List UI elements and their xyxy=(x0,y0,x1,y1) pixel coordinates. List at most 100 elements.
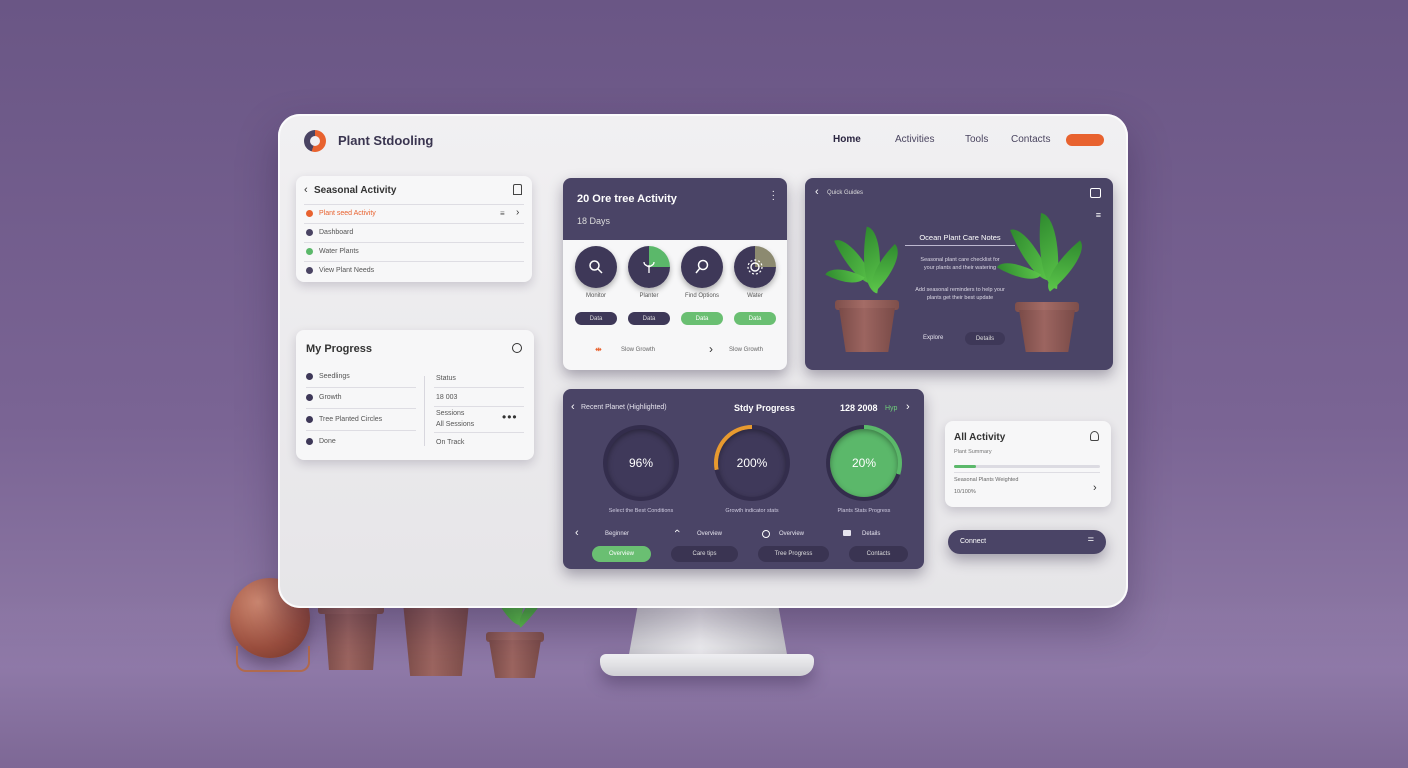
progress-value: Status xyxy=(436,375,456,382)
chevron-right-icon[interactable]: › xyxy=(1093,482,1097,494)
ring-value: 20% xyxy=(851,456,877,470)
data-button[interactable]: Data xyxy=(734,312,776,325)
gear-icon[interactable] xyxy=(734,246,776,288)
card-title: All Activity xyxy=(954,432,1006,443)
connect-label: Connect xyxy=(960,538,987,545)
menu-icon[interactable]: = xyxy=(1088,534,1094,546)
progress-ring: 96% xyxy=(603,425,679,501)
chevron-left-icon[interactable]: ‹ xyxy=(575,527,579,539)
data-button[interactable]: Data xyxy=(628,312,670,325)
icon-label: Find Options xyxy=(684,293,720,299)
card-icon[interactable] xyxy=(843,530,851,536)
list-item-label: Dashboard xyxy=(319,229,354,236)
guide-heading: Ocean Plant Care Notes xyxy=(919,233,1001,242)
status-dot xyxy=(306,229,313,236)
chevron-right-icon[interactable]: › xyxy=(709,342,713,356)
more-vertical-icon[interactable]: · · · xyxy=(772,187,775,205)
more-options-icon[interactable]: ••• xyxy=(502,410,518,424)
activity-card-header xyxy=(563,178,787,240)
list-item[interactable]: Dashboard xyxy=(306,229,353,236)
sprout-icon[interactable] xyxy=(628,246,670,288)
status-dot xyxy=(306,267,313,274)
plant-guide-card: ‹ Quick Guides ≡ Ocean Plant Care Notes … xyxy=(805,178,1113,370)
nav-cta-button[interactable] xyxy=(1066,134,1104,146)
chevron-right-icon[interactable]: › xyxy=(516,207,519,218)
monitor-screen: Plant Stdooling Home Activities Tools Co… xyxy=(278,114,1128,608)
footer-link[interactable]: Slow Growth xyxy=(621,347,655,353)
bookmark-icon[interactable] xyxy=(513,184,522,195)
study-progress-card: ‹ Recent Planet (Highlighted) Stdy Progr… xyxy=(563,389,924,569)
ring-value: 96% xyxy=(628,456,654,470)
status-dot xyxy=(306,210,313,217)
heading-underline xyxy=(905,245,1015,246)
nav-label[interactable]: Beginner xyxy=(605,531,629,537)
list-item[interactable]: Growth xyxy=(306,394,342,401)
back-chevron-icon[interactable]: ‹ xyxy=(815,186,819,198)
chevron-right-icon[interactable]: › xyxy=(906,401,910,413)
card-title: Stdy Progress xyxy=(734,403,796,413)
back-label[interactable]: Quick Guides xyxy=(827,190,863,196)
list-item[interactable]: Tree Planted Circles xyxy=(306,416,382,423)
nav-label[interactable]: Details xyxy=(862,531,880,537)
card-title: 20 Ore tree Activity xyxy=(577,193,677,205)
list-item[interactable]: Plant seed Activity xyxy=(306,210,376,217)
details-button[interactable]: Details xyxy=(965,332,1005,345)
footer-link[interactable]: Slow Growth xyxy=(729,347,763,353)
data-button[interactable]: Data xyxy=(575,312,617,325)
menu-icon[interactable]: ≡ xyxy=(500,209,505,218)
progress-ring: 200% xyxy=(714,425,790,501)
list-item-label: Water Plants xyxy=(319,248,359,255)
contacts-button[interactable]: Contacts xyxy=(849,546,908,562)
menu-icon[interactable]: ≡ xyxy=(1096,210,1101,220)
card-subtitle: Plant Summary xyxy=(954,449,992,455)
nav-home[interactable]: Home xyxy=(833,134,861,145)
progress-ring: 20% xyxy=(826,425,902,501)
progress-value: On Track xyxy=(436,439,465,446)
list-item[interactable]: Seedlings xyxy=(306,373,350,380)
explore-link[interactable]: Explore xyxy=(923,335,943,341)
search-icon[interactable] xyxy=(512,343,522,353)
icon-label: Planter xyxy=(639,293,659,299)
data-button[interactable]: Data xyxy=(681,312,723,325)
chat-icon[interactable] xyxy=(1090,188,1101,198)
monitor-base xyxy=(600,654,814,676)
column-divider xyxy=(424,376,425,446)
monitor-stand xyxy=(628,606,788,660)
overview-button[interactable]: Overview xyxy=(592,546,651,562)
progress-value: 18 003 xyxy=(436,394,458,401)
card-title: Seasonal Activity xyxy=(314,185,397,196)
nav-activities[interactable]: Activities xyxy=(895,134,934,145)
activity-value: 10/100% xyxy=(954,489,976,495)
all-activity-card: All Activity Plant Summary Seasonal Plan… xyxy=(945,421,1111,507)
list-item[interactable]: Done xyxy=(306,438,336,445)
trend-badge: Hyp xyxy=(885,405,898,412)
back-chevron-icon[interactable]: ‹ xyxy=(571,401,575,413)
magnifier-icon[interactable] xyxy=(681,246,723,288)
card-title: My Progress xyxy=(306,343,373,355)
my-progress-card: My Progress Seedlings Growth Tree Plante… xyxy=(296,330,534,460)
nav-contacts[interactable]: Contacts xyxy=(1011,134,1050,145)
ring-caption: Plants Stats Progress xyxy=(837,508,891,514)
progress-value: All Sessions xyxy=(436,421,475,428)
nav-label[interactable]: Overview xyxy=(779,531,804,537)
section-value: 128 2008 xyxy=(840,403,878,413)
guide-text: Seasonal plant care checklist for your p… xyxy=(920,257,1000,271)
app-logo-icon xyxy=(304,130,326,152)
link-arrows-icon[interactable]: ⇹ xyxy=(595,345,602,354)
brand-title: Plant Stdooling xyxy=(338,133,434,148)
tree-progress-button[interactable]: Tree Progress xyxy=(758,546,829,562)
list-item[interactable]: Water Plants xyxy=(306,248,359,255)
clock-icon[interactable] xyxy=(762,530,770,538)
back-chevron-icon[interactable]: ‹ xyxy=(304,184,308,196)
care-tips-button[interactable]: Care tips xyxy=(671,546,738,562)
nav-tools[interactable]: Tools xyxy=(965,134,988,145)
connect-bar[interactable]: Connect = xyxy=(948,530,1106,554)
guide-text: Add seasonal reminders to help your plan… xyxy=(915,287,1005,301)
chevron-up-icon[interactable]: ‹ xyxy=(671,529,683,533)
user-icon[interactable] xyxy=(1090,431,1099,441)
list-item[interactable]: View Plant Needs xyxy=(306,267,374,274)
search-icon[interactable] xyxy=(575,246,617,288)
progress-value: Sessions xyxy=(436,410,465,417)
ring-caption: Growth indicator stats xyxy=(725,508,779,514)
nav-label[interactable]: Overview xyxy=(697,531,722,537)
